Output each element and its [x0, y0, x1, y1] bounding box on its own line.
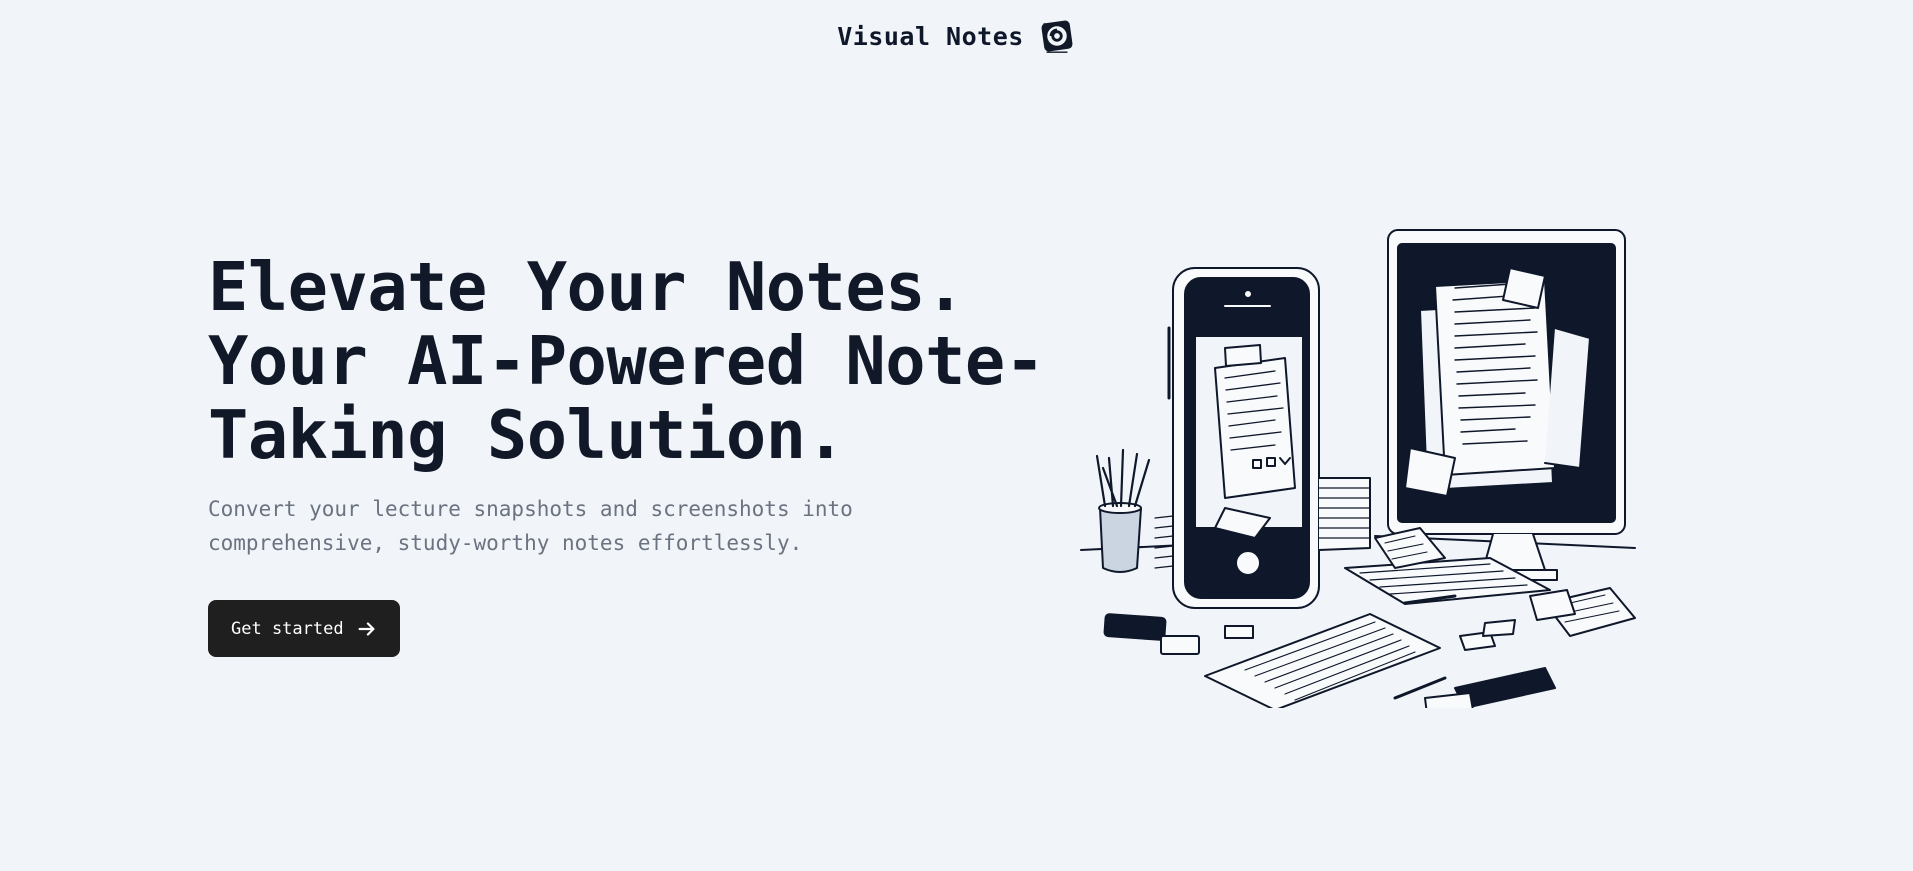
subtitle-line-1: Convert your lecture snapshots and scree… — [208, 497, 853, 521]
get-started-button[interactable]: Get started — [208, 600, 400, 657]
headline-line-3: Taking Solution. — [208, 396, 846, 474]
headline-line-2: Your AI-Powered Note- — [208, 322, 1045, 400]
notebook-swirl-icon — [1041, 20, 1073, 53]
hero-content: Elevate Your Notes. Your AI-Powered Note… — [208, 248, 1045, 657]
desk-devices-notes-illustration — [1080, 229, 1636, 708]
subtitle-line-2: comprehensive, study-worthy notes effort… — [208, 531, 803, 555]
arrow-right-icon — [358, 621, 375, 636]
brand-name: Visual Notes — [837, 21, 1024, 51]
site-header: Visual Notes — [0, 0, 1913, 72]
hero-headline: Elevate Your Notes. Your AI-Powered Note… — [208, 248, 1045, 474]
get-started-label: Get started — [231, 618, 344, 639]
hero-subtitle: Convert your lecture snapshots and scree… — [208, 492, 968, 560]
headline-line-1: Elevate Your Notes. — [208, 248, 965, 326]
brand[interactable]: Visual Notes — [837, 17, 1076, 55]
